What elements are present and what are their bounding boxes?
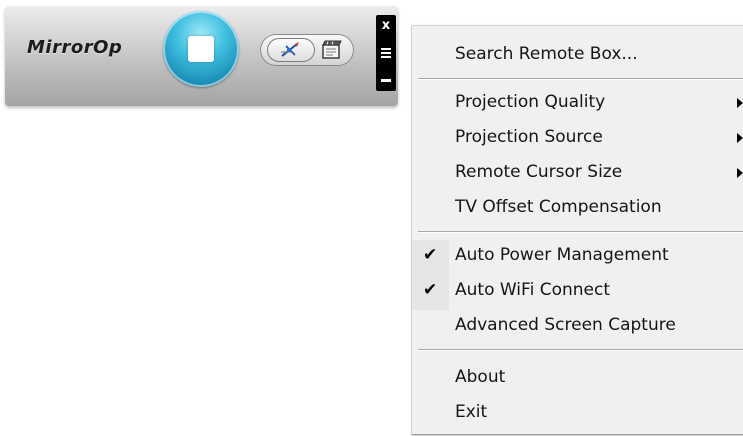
projection-mode-toggle[interactable] — [260, 34, 354, 66]
menu-item-label: Remote Cursor Size — [455, 162, 623, 182]
context-menu: Search Remote Box... Projection Quality … — [411, 25, 743, 435]
menu-icon[interactable] — [376, 42, 396, 66]
menu-item-exit[interactable]: Exit — [412, 395, 743, 430]
menu-item-about[interactable]: About — [412, 360, 743, 395]
menu-item-auto-wifi-connect[interactable]: ✔ Auto WiFi Connect — [412, 273, 743, 308]
menu-item-label: Projection Quality — [455, 92, 606, 112]
menu-separator — [418, 349, 743, 351]
compass-icon[interactable] — [267, 38, 315, 62]
menu-separator — [418, 78, 743, 80]
submenu-arrow-icon — [737, 168, 743, 178]
menu-item-label: TV Offset Compensation — [455, 197, 662, 217]
menu-item-auto-power-management[interactable]: ✔ Auto Power Management — [412, 238, 743, 273]
menu-item-label: Search Remote Box... — [455, 44, 638, 64]
submenu-arrow-icon — [737, 98, 743, 108]
checkmark-icon: ✔ — [423, 280, 438, 300]
menu-item-search-remote-box[interactable]: Search Remote Box... — [412, 37, 743, 72]
menu-separator — [418, 231, 743, 233]
menu-item-label: About — [455, 367, 506, 387]
menu-item-label: Exit — [455, 402, 488, 422]
film-icon[interactable] — [320, 40, 344, 60]
checkmark-icon: ✔ — [423, 245, 438, 265]
minimize-icon[interactable] — [376, 67, 396, 91]
close-button[interactable]: x — [376, 17, 396, 41]
window-controls: x — [376, 15, 396, 91]
menu-item-remote-cursor-size[interactable]: Remote Cursor Size — [412, 155, 743, 190]
stop-square-icon — [188, 36, 214, 62]
mirrorop-logo: MirrorOp — [27, 37, 123, 58]
stop-projection-button[interactable] — [163, 11, 239, 87]
menu-item-label: Advanced Screen Capture — [455, 315, 676, 335]
menu-item-advanced-screen-capture[interactable]: Advanced Screen Capture — [412, 308, 743, 343]
menu-item-label: Auto WiFi Connect — [455, 280, 610, 300]
menu-item-label: Auto Power Management — [455, 245, 669, 265]
menu-item-label: Projection Source — [455, 127, 603, 147]
menu-item-projection-quality[interactable]: Projection Quality — [412, 85, 743, 120]
menu-item-tv-offset-compensation[interactable]: TV Offset Compensation — [412, 190, 743, 225]
submenu-arrow-icon — [737, 133, 743, 143]
menu-item-projection-source[interactable]: Projection Source — [412, 120, 743, 155]
mirrorop-toolbar: MirrorOp — [5, 6, 398, 106]
